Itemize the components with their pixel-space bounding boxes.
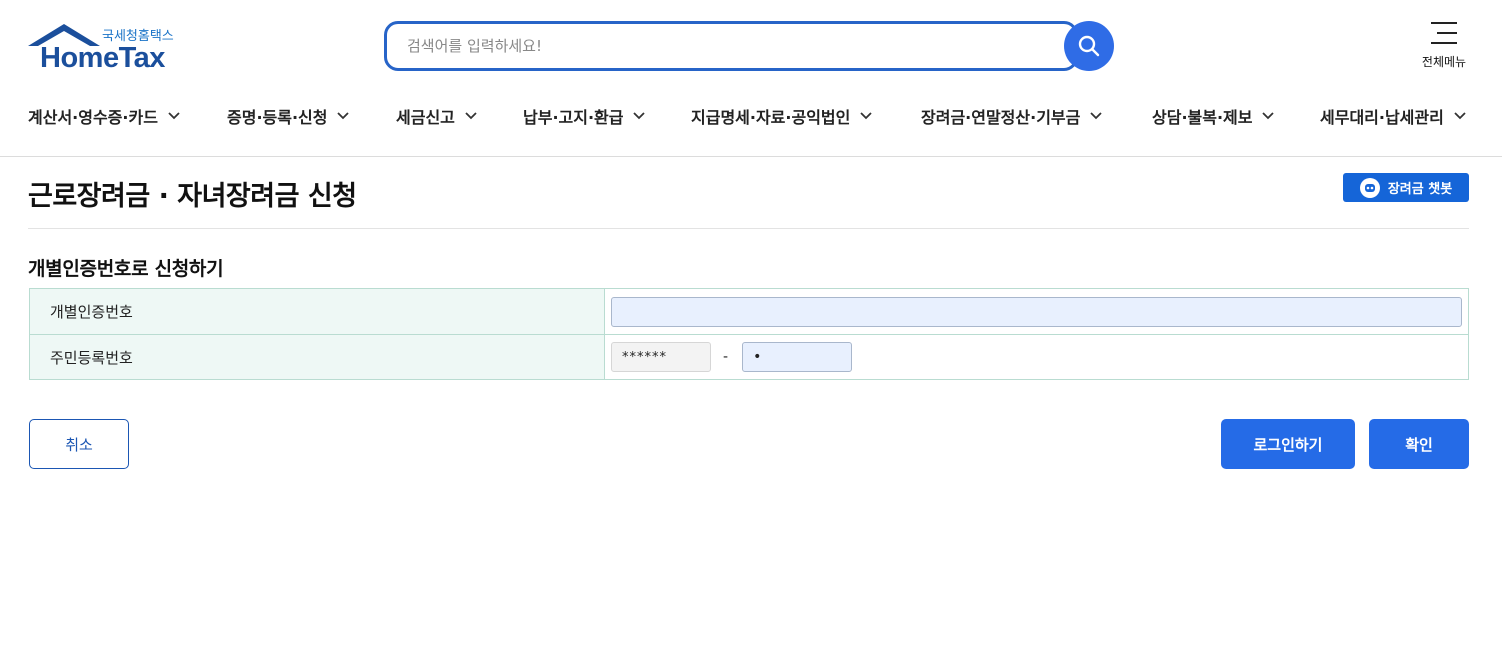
form-row-auth: 개별인증번호 xyxy=(30,289,1468,334)
confirm-button[interactable]: 확인 xyxy=(1369,419,1469,469)
search-button[interactable] xyxy=(1064,21,1114,71)
nav-item-tax-report[interactable]: 세금신고 xyxy=(396,104,477,128)
logo-title: HomeTax xyxy=(40,42,165,74)
nav-item-consult[interactable]: 상담·불복·제보 xyxy=(1152,104,1275,128)
nav-item-label: 지급명세·자료·공익법인 xyxy=(691,108,851,127)
chevron-down-icon xyxy=(1262,112,1275,120)
chevron-down-icon xyxy=(860,112,872,120)
nav-item-label: 계산서·영수증·카드 xyxy=(28,108,158,127)
auth-number-label: 개별인증번호 xyxy=(30,289,605,334)
nav-item-label: 세금신고 xyxy=(396,108,455,127)
header-divider xyxy=(0,156,1502,157)
nav-item-statements[interactable]: 지급명세·자료·공익법인 xyxy=(691,104,872,128)
login-button[interactable]: 로그인하기 xyxy=(1221,419,1355,469)
chevron-down-icon xyxy=(337,112,350,120)
nav-item-label: 증명·등록·신청 xyxy=(227,108,328,127)
auth-number-input[interactable] xyxy=(611,296,1462,327)
rrn-dash: - xyxy=(723,349,729,365)
hamburger-icon xyxy=(1431,22,1457,44)
chatbot-icon xyxy=(1359,177,1380,198)
rrn-back-input[interactable]: • xyxy=(742,342,853,372)
rrn-label: 주민등록번호 xyxy=(30,335,605,379)
search-input[interactable] xyxy=(387,24,1027,68)
cancel-button[interactable]: 취소 xyxy=(29,419,129,469)
nav-item-certificate[interactable]: 증명·등록·신청 xyxy=(227,104,350,128)
nav-item-label: 상담·불복·제보 xyxy=(1152,108,1253,127)
nav-item-label: 세무대리·납세관리 xyxy=(1320,108,1444,127)
chevron-down-icon xyxy=(1090,112,1102,120)
page-title: 근로장려금 · 자녀장려금 신청 xyxy=(28,181,357,212)
chevron-down-icon xyxy=(633,112,646,120)
chevron-down-icon xyxy=(168,112,180,120)
nav-item-agent[interactable]: 세무대리·납세관리 xyxy=(1320,104,1466,128)
chatbot-label: 장려금 챗봇 xyxy=(1387,182,1453,197)
nav-item-payment[interactable]: 납부·고지·환급 xyxy=(523,104,646,128)
all-menu-label: 전체메뉴 xyxy=(1421,55,1467,69)
section-title: 개별인증번호로 신청하기 xyxy=(28,258,224,280)
search-icon xyxy=(1078,35,1100,57)
nav-item-incentive[interactable]: 장려금·연말정산·기부금 xyxy=(921,104,1102,128)
hometax-logo[interactable]: 국세청홈택스 HomeTax xyxy=(28,22,188,74)
global-nav: 계산서·영수증·카드 증명·등록·신청 세금신고 납부·고지·환급 지급명세·자… xyxy=(28,104,1472,128)
search-box xyxy=(384,21,1078,71)
nav-item-invoice[interactable]: 계산서·영수증·카드 xyxy=(28,104,180,128)
auth-form-table: 개별인증번호 주민등록번호 ****** - • xyxy=(29,288,1469,380)
all-menu-button[interactable]: 전체메뉴 xyxy=(1412,22,1476,70)
nav-item-label: 장려금·연말정산·기부금 xyxy=(921,108,1081,127)
title-divider xyxy=(28,228,1469,229)
rrn-front-field: ****** xyxy=(611,342,711,372)
form-row-rrn: 주민등록번호 ****** - • xyxy=(30,334,1468,379)
nav-item-label: 납부·고지·환급 xyxy=(523,108,624,127)
chevron-down-icon xyxy=(465,112,477,120)
chevron-down-icon xyxy=(1454,112,1466,120)
chatbot-button[interactable]: 장려금 챗봇 xyxy=(1343,173,1469,202)
